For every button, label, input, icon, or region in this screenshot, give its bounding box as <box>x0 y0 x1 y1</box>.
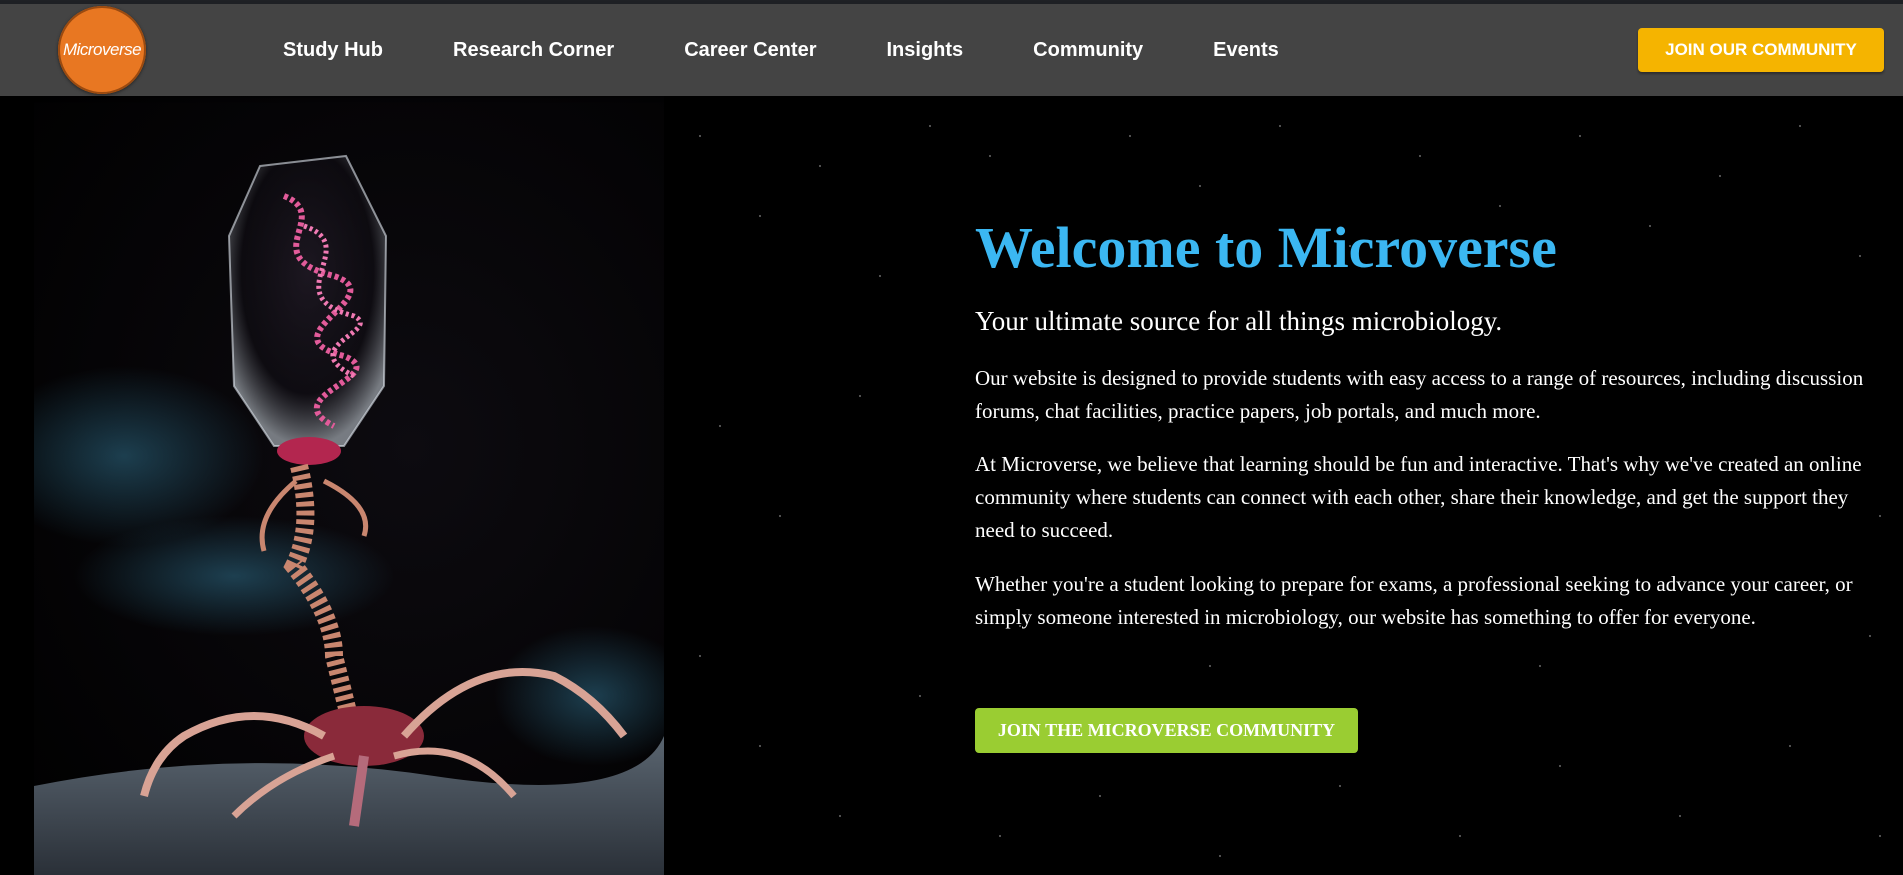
nav-link-research-corner[interactable]: Research Corner <box>453 39 614 62</box>
hero-section: Welcome to Microverse Your ultimate sour… <box>0 96 1903 875</box>
hero-paragraph-1: Our website is designed to provide stude… <box>975 366 1864 423</box>
join-community-button[interactable]: JOIN OUR COMMUNITY <box>1638 28 1884 72</box>
join-microverse-community-button[interactable]: JOIN THE MICROVERSE COMMUNITY <box>975 708 1358 753</box>
nav-menu: Study Hub Research Corner Career Center … <box>283 4 1349 96</box>
navbar: Microverse Study Hub Research Corner Car… <box>0 4 1903 96</box>
hero-subtitle: Your ultimate source for all things micr… <box>975 306 1503 336</box>
hero-title: Welcome to Microverse <box>975 215 1557 280</box>
hero-paragraph-3: Whether you're a student looking to prep… <box>975 572 1853 629</box>
nav-link-insights[interactable]: Insights <box>886 39 963 62</box>
logo-text: Microverse <box>62 40 142 59</box>
bacteriophage-image <box>34 96 664 875</box>
bacteriophage-illustration <box>34 154 664 875</box>
logo[interactable]: Microverse <box>58 6 146 94</box>
nav-link-career-center[interactable]: Career Center <box>684 39 816 62</box>
nav-link-study-hub[interactable]: Study Hub <box>283 39 383 62</box>
nav-link-community[interactable]: Community <box>1033 39 1143 62</box>
hero-paragraph-2: At Microverse, we believe that learning … <box>975 452 1862 542</box>
nav-link-events[interactable]: Events <box>1213 39 1279 62</box>
